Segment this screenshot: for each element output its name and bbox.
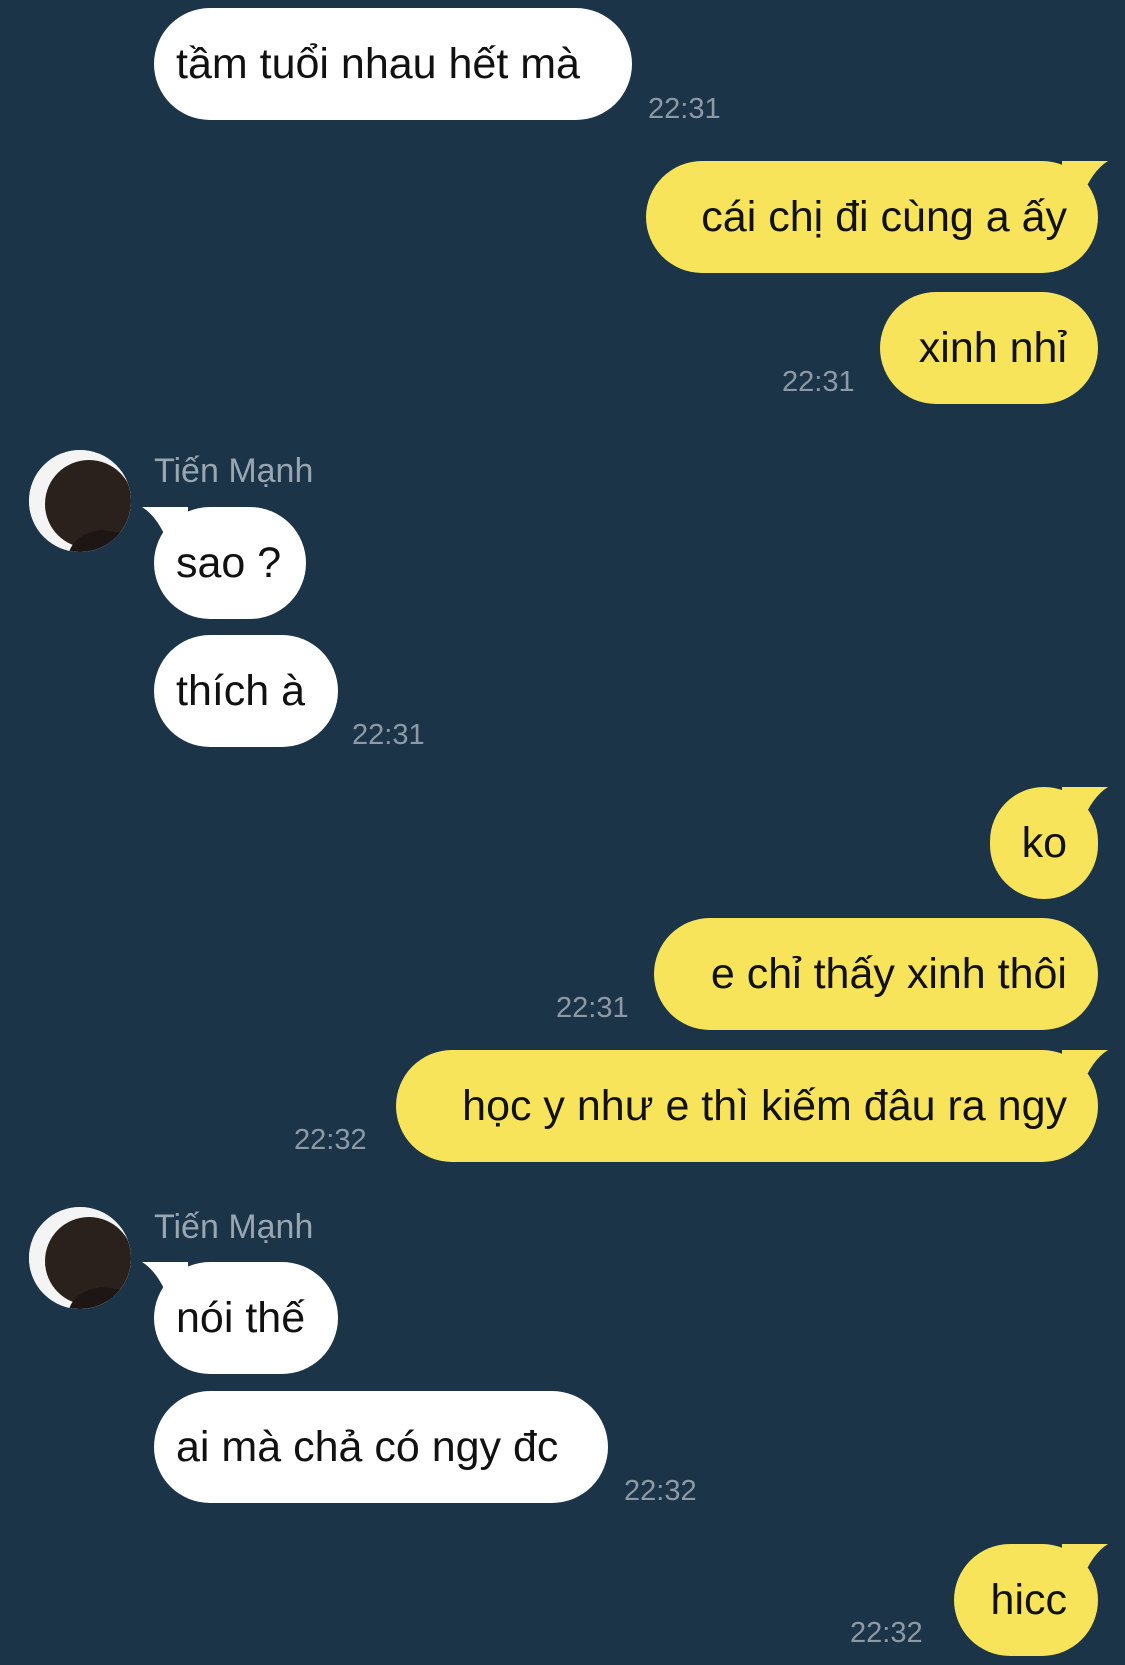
- message-bubble-outgoing[interactable]: e chỉ thấy xinh thôi: [654, 918, 1098, 1030]
- message-bubble-incoming[interactable]: sao ?: [154, 507, 306, 619]
- sender-name: Tiến Mạnh: [154, 1208, 314, 1246]
- message-timestamp: 22:31: [556, 992, 629, 1024]
- message-text: nói thế: [176, 1293, 306, 1342]
- message-text: e chỉ thấy xinh thôi: [710, 949, 1067, 998]
- bubble-tail-outgoing: [1062, 161, 1108, 197]
- message-timestamp: 22:32: [294, 1124, 367, 1156]
- sender-avatar[interactable]: [29, 1207, 131, 1309]
- profile-photo-avatar: [29, 1207, 131, 1309]
- message-text: sao ?: [176, 538, 282, 587]
- message-bubble-incoming[interactable]: nói thế: [154, 1262, 338, 1374]
- message-text: xinh nhỉ: [918, 323, 1067, 372]
- sender-avatar[interactable]: [29, 450, 131, 552]
- message-text: học y như e thì kiếm đâu ra ngy: [462, 1081, 1067, 1130]
- message-bubble-outgoing[interactable]: xinh nhỉ: [880, 292, 1098, 404]
- message-text: ko: [1021, 818, 1067, 867]
- message-bubble-incoming[interactable]: tầm tuổi nhau hết mà: [154, 8, 632, 120]
- message-timestamp: 22:31: [352, 719, 425, 751]
- message-timestamp: 22:32: [624, 1475, 697, 1507]
- message-text: tầm tuổi nhau hết mà: [176, 39, 580, 88]
- sender-name: Tiến Mạnh: [154, 452, 314, 490]
- message-text: ai mà chả có ngy đc: [176, 1422, 559, 1471]
- message-timestamp: 22:31: [782, 366, 855, 398]
- message-bubble-outgoing[interactable]: học y như e thì kiếm đâu ra ngy: [396, 1050, 1098, 1162]
- message-bubble-outgoing[interactable]: cái chị đi cùng a ấy: [646, 161, 1098, 273]
- bubble-tail-outgoing: [1062, 1544, 1108, 1580]
- profile-photo-avatar: [29, 450, 131, 552]
- bubble-tail-outgoing: [1062, 1050, 1108, 1086]
- message-text: hicc: [990, 1575, 1067, 1624]
- message-timestamp: 22:31: [648, 93, 721, 125]
- message-bubble-incoming[interactable]: ai mà chả có ngy đc: [154, 1391, 608, 1503]
- message-text: cái chị đi cùng a ấy: [701, 192, 1067, 241]
- message-text: thích à: [176, 666, 306, 715]
- message-timestamp: 22:32: [850, 1617, 923, 1649]
- bubble-tail-outgoing: [1062, 787, 1108, 823]
- message-bubble-incoming[interactable]: thích à: [154, 635, 338, 747]
